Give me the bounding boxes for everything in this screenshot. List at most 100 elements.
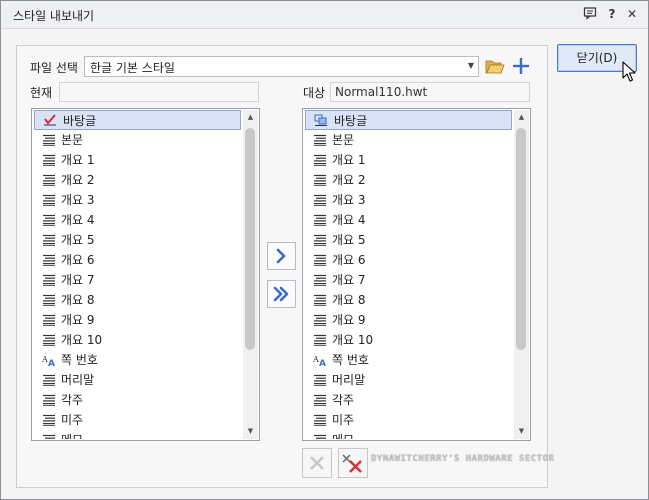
paragraph-style-icon [314, 194, 326, 206]
style-item-label: 개요 5 [61, 233, 95, 247]
style-list-item[interactable]: 바탕글 [305, 110, 512, 130]
current-list-scrollbar[interactable]: ▲ ▼ [243, 110, 258, 439]
style-item-label: 바탕글 [334, 114, 368, 128]
style-item-label: 메모 [61, 433, 83, 439]
style-list-item[interactable]: 개요 10 [304, 330, 513, 350]
style-list-item[interactable]: 개요 3 [304, 190, 513, 210]
style-item-label: 바탕글 [63, 114, 97, 128]
paragraph-style-icon [43, 234, 55, 246]
chevron-right-icon [276, 248, 286, 264]
paragraph-style-icon [314, 254, 326, 266]
style-list-item[interactable]: 개요 2 [33, 170, 242, 190]
paragraph-style-icon [43, 394, 55, 406]
style-list-item[interactable]: 미주 [33, 410, 242, 430]
paragraph-style-icon [314, 274, 326, 286]
delete-all-styles-button[interactable] [338, 448, 368, 478]
style-list-item[interactable]: 개요 7 [304, 270, 513, 290]
style-item-label: 개요 3 [61, 193, 95, 207]
current-style-list[interactable]: 바탕글 본문 개요 1 개요 2 개요 3 개요 4 개요 5 개요 6 개요 7 개요 8 개요 … [31, 108, 260, 441]
style-list-item[interactable]: 본문 [304, 130, 513, 150]
paragraph-style-icon [43, 274, 55, 286]
style-list-item[interactable]: 메모 [33, 430, 242, 439]
copy-all-styles-button[interactable] [267, 280, 296, 308]
style-list-item[interactable]: 개요 6 [304, 250, 513, 270]
style-list-item[interactable]: 머리말 [33, 370, 242, 390]
paragraph-style-icon [43, 134, 55, 146]
style-list-item[interactable]: 각주 [33, 390, 242, 410]
style-item-label: 쪽 번호 [332, 353, 369, 367]
linked-paragraph-icon [314, 114, 327, 126]
style-item-label: 각주 [332, 393, 355, 407]
style-list-item[interactable]: 개요 3 [33, 190, 242, 210]
delete-style-button[interactable] [302, 448, 332, 478]
style-list-item[interactable]: 개요 9 [33, 310, 242, 330]
scroll-thumb[interactable] [516, 128, 526, 350]
style-list-item[interactable]: 개요 8 [33, 290, 242, 310]
style-item-label: 개요 6 [61, 253, 95, 267]
target-style-items: 바탕글본문개요 1 개요 2 개요 3 개요 4 개요 5 개요 6 개요 7 개요 8 개요 … [304, 110, 513, 439]
style-list-item[interactable]: 미주 [304, 410, 513, 430]
style-list-item[interactable]: 개요 9 [304, 310, 513, 330]
style-item-label: 미주 [61, 413, 84, 427]
copy-style-button[interactable] [267, 242, 296, 270]
target-label: 대상 [303, 86, 326, 100]
delete-x-icon [310, 456, 324, 470]
style-list-item[interactable]: 개요 10 [33, 330, 242, 350]
style-list-item[interactable]: 개요 5 [33, 230, 242, 250]
dialog-title: 스타일 내보내기 [13, 9, 95, 23]
style-list-item[interactable]: 개요 2 [304, 170, 513, 190]
style-list-item[interactable]: 개요 4 [304, 210, 513, 230]
style-item-label: 개요 8 [332, 293, 366, 307]
style-list-item[interactable]: 머리말 [304, 370, 513, 390]
style-list-item[interactable]: 개요 1 [33, 150, 242, 170]
add-file-button[interactable] [510, 55, 532, 77]
scroll-down-button[interactable]: ▼ [243, 424, 258, 439]
style-list-item[interactable]: 바탕글 [34, 110, 241, 130]
style-list-item[interactable]: 개요 7 [33, 270, 242, 290]
paragraph-style-icon [314, 134, 326, 146]
style-list-item[interactable]: 개요 1 [304, 150, 513, 170]
scroll-thumb[interactable] [245, 128, 255, 350]
svg-text:A: A [48, 359, 55, 366]
target-list-scrollbar[interactable]: ▲ ▼ [514, 110, 529, 439]
chat-icon[interactable] [582, 6, 598, 22]
paragraph-style-icon [314, 414, 326, 426]
check-paragraph-icon [44, 114, 56, 126]
delete-all-icon [342, 454, 362, 473]
mouse-cursor-icon [622, 61, 636, 82]
title-bar: 스타일 내보내기 ? ✕ [1, 1, 648, 29]
paragraph-style-icon [314, 294, 326, 306]
paragraph-style-icon [314, 434, 326, 439]
plus-icon [513, 58, 529, 74]
style-list-item[interactable]: 각주 [304, 390, 513, 410]
folder-open-icon [485, 60, 505, 74]
close-window-button[interactable]: ✕ [624, 6, 640, 22]
chevron-down-icon: ▼ [467, 61, 474, 70]
style-item-label: 머리말 [61, 373, 95, 387]
scroll-up-button[interactable]: ▲ [514, 110, 529, 125]
style-list-item[interactable]: AA 쪽 번호 [33, 350, 242, 370]
paragraph-style-icon [43, 214, 55, 226]
style-list-item[interactable]: 개요 6 [33, 250, 242, 270]
style-list-item[interactable]: 개요 8 [304, 290, 513, 310]
file-select-combo[interactable]: 한글 기본 스타일 ▼ [84, 56, 479, 77]
style-list-item[interactable]: 개요 5 [304, 230, 513, 250]
style-item-label: 개요 9 [332, 313, 366, 327]
style-item-label: 본문 [332, 133, 355, 147]
target-style-list[interactable]: 바탕글본문개요 1 개요 2 개요 3 개요 4 개요 5 개요 6 개요 7 개요 8 개요 … [302, 108, 531, 441]
style-item-label: 개요 2 [61, 173, 95, 187]
paragraph-style-icon [43, 194, 55, 206]
style-list-item[interactable]: 본문 [33, 130, 242, 150]
help-button[interactable]: ? [604, 6, 620, 22]
paragraph-style-icon [314, 234, 326, 246]
style-list-item[interactable]: 개요 4 [33, 210, 242, 230]
open-folder-button[interactable] [484, 55, 506, 77]
style-item-label: 미주 [332, 413, 355, 427]
style-item-label: 메모 [332, 433, 354, 439]
paragraph-style-icon [314, 374, 326, 386]
style-list-item[interactable]: 메모 [304, 430, 513, 439]
paragraph-style-icon [43, 414, 55, 426]
style-list-item[interactable]: AA 쪽 번호 [304, 350, 513, 370]
scroll-down-button[interactable]: ▼ [514, 424, 529, 439]
scroll-up-button[interactable]: ▲ [243, 110, 258, 125]
